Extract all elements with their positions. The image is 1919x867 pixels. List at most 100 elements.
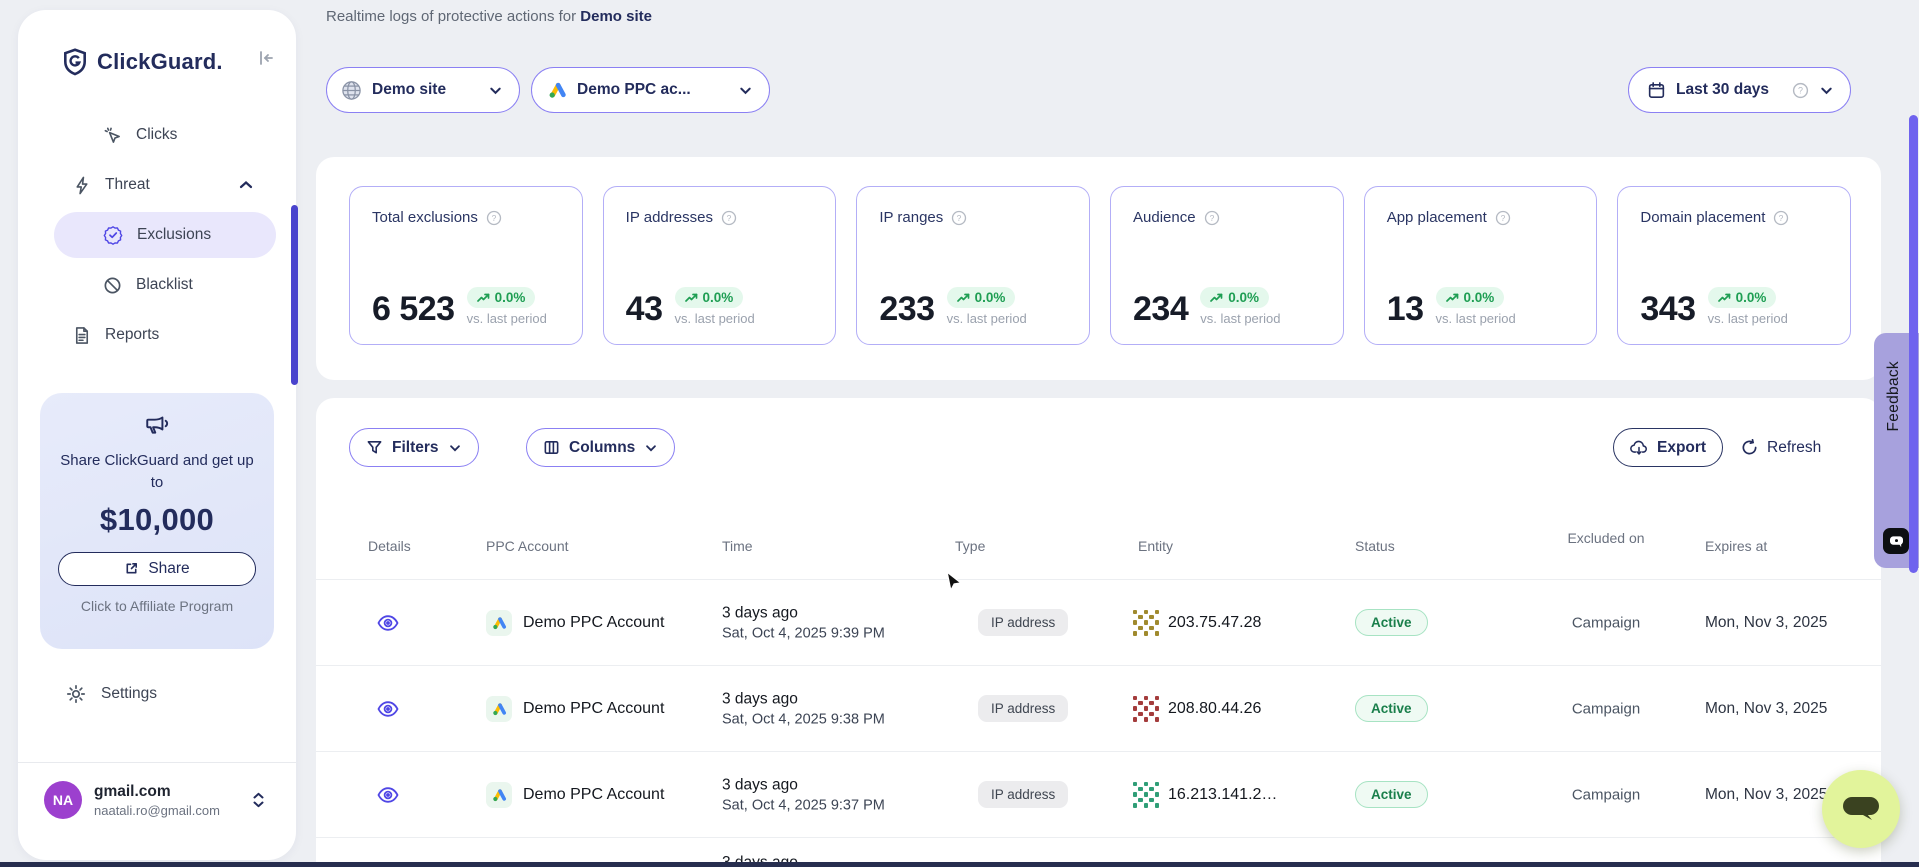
stat-note: vs. last period	[1708, 311, 1788, 326]
sidebar-item-label: Settings	[101, 685, 157, 703]
view-details-eye-icon[interactable]	[377, 701, 399, 717]
svg-text:?: ?	[1500, 212, 1505, 222]
sidebar-scrollbar-thumb[interactable]	[291, 205, 298, 385]
help-circle-icon[interactable]: ?	[1792, 82, 1809, 99]
status-badge: Active	[1355, 609, 1428, 636]
stat-card-ip-ranges: IP ranges ? 233 0.0% vs. last period	[856, 186, 1090, 345]
expires-at-cell: Mon, Nov 3, 2025	[1705, 614, 1827, 632]
share-button[interactable]: Share	[58, 552, 256, 586]
view-details-eye-icon[interactable]	[377, 615, 399, 631]
help-circle-icon[interactable]: ?	[1204, 210, 1220, 226]
sidebar-collapse-icon[interactable]	[256, 48, 276, 73]
feedback-chat-icon	[1883, 528, 1909, 554]
col-header-status: Status	[1355, 538, 1395, 554]
help-circle-icon[interactable]: ?	[721, 210, 737, 226]
type-cell: IP address	[978, 786, 1068, 804]
time-cell: 3 days ago Sat, Oct 4, 2025 9:37 PM	[722, 776, 885, 813]
time-cell: 3 days ago Sat, Oct 4, 2025 9:39 PM	[722, 604, 885, 641]
ppc-account-selector-dropdown[interactable]: Demo PPC ac...	[531, 67, 770, 113]
stat-card-ip-addresses: IP addresses ? 43 0.0% vs. last period	[603, 186, 837, 345]
type-badge: IP address	[978, 609, 1068, 636]
columns-button[interactable]: Columns	[526, 428, 675, 467]
svg-text:?: ?	[1779, 212, 1784, 222]
entity-cell: 203.75.47.28	[1133, 610, 1261, 636]
ppc-account-cell: Demo PPC Account	[486, 782, 664, 808]
date-range-dropdown[interactable]: Last 30 days ?	[1628, 67, 1851, 113]
ban-icon	[103, 276, 122, 295]
lightning-icon	[73, 176, 91, 195]
expires-at-cell: Mon, Nov 3, 2025	[1705, 700, 1827, 718]
help-circle-icon[interactable]: ?	[1773, 210, 1789, 226]
chat-launcher-button[interactable]	[1822, 770, 1900, 848]
sidebar-item-exclusions[interactable]: Exclusions	[54, 212, 276, 258]
stat-title: Total exclusions	[372, 209, 478, 226]
stat-value: 234	[1133, 292, 1188, 326]
refresh-button[interactable]: Refresh	[1741, 428, 1821, 467]
status-cell: Active	[1355, 700, 1428, 718]
table-row: Demo PPC Account 3 days ago Sat, Oct 4, …	[316, 666, 1881, 752]
share-button-label: Share	[148, 560, 189, 578]
stat-card-audience: Audience ? 234 0.0% vs. last period	[1110, 186, 1344, 345]
sidebar-item-settings[interactable]: Settings	[66, 684, 157, 704]
promo-text: Share ClickGuard and get up to	[40, 450, 274, 494]
funnel-icon	[366, 439, 383, 456]
stat-note: vs. last period	[1200, 311, 1280, 326]
sidebar-nav: Clicks Threat	[18, 110, 296, 360]
ppc-account-name: Demo PPC Account	[523, 700, 664, 718]
trend-up-icon	[1446, 293, 1459, 303]
expires-at-cell: Mon, Nov 3, 2025	[1705, 786, 1827, 804]
sidebar-item-reports[interactable]: Reports	[18, 310, 296, 360]
stat-cards: Total exclusions ? 6 523 0.0% vs. last p…	[349, 186, 1851, 345]
sidebar: ClickGuard. Clicks	[18, 10, 296, 860]
entity-value: 208.80.44.26	[1168, 700, 1261, 718]
view-details-eye-icon[interactable]	[377, 787, 399, 803]
svg-text:?: ?	[727, 212, 732, 222]
account-switcher[interactable]: NA gmail.com naatali.ro@gmail.com	[18, 762, 296, 819]
page-scrollbar-thumb[interactable]	[1909, 115, 1918, 573]
entity-cell: 16.213.141.2…	[1133, 782, 1277, 808]
google-ads-icon	[486, 610, 512, 636]
chevron-down-icon	[488, 83, 503, 98]
trend-up-icon	[1210, 293, 1223, 303]
stat-delta: 0.0%	[975, 290, 1006, 305]
help-circle-icon[interactable]: ?	[951, 210, 967, 226]
ppc-account-name: Demo PPC Account	[523, 786, 664, 804]
columns-button-label: Columns	[569, 439, 635, 457]
badge-check-icon	[103, 225, 123, 245]
col-header-details: Details	[368, 538, 411, 554]
export-button[interactable]: Export	[1613, 428, 1723, 467]
sidebar-item-label: Exclusions	[137, 226, 211, 244]
col-header-account: PPC Account	[486, 538, 569, 554]
sidebar-item-clicks[interactable]: Clicks	[18, 110, 296, 160]
trend-up-icon	[1718, 293, 1731, 303]
ppc-account-selector-value: Demo PPC ac...	[577, 81, 728, 99]
stat-card-app-placement: App placement ? 13 0.0% vs. last period	[1364, 186, 1598, 345]
help-circle-icon[interactable]: ?	[486, 210, 502, 226]
time-relative: 3 days ago	[722, 776, 885, 794]
sidebar-item-threat[interactable]: Threat	[18, 160, 296, 210]
affiliate-link[interactable]: Click to Affiliate Program	[40, 598, 274, 614]
col-header-entity: Entity	[1138, 538, 1173, 554]
chevron-up-icon[interactable]	[238, 177, 254, 193]
time-relative: 3 days ago	[722, 604, 885, 622]
ppc-account-cell: Demo PPC Account	[486, 696, 664, 722]
time-full: Sat, Oct 4, 2025 9:38 PM	[722, 711, 885, 727]
subtitle-text: Realtime logs of protective actions for	[326, 8, 576, 25]
site-selector-dropdown[interactable]: Demo site	[326, 67, 520, 113]
page-subtitle: Realtime logs of protective actions for …	[326, 8, 652, 25]
time-full: Sat, Oct 4, 2025 9:39 PM	[722, 625, 885, 641]
brand-logo: ClickGuard.	[62, 48, 223, 76]
chevron-down-icon	[644, 441, 658, 455]
help-circle-icon[interactable]: ?	[1495, 210, 1511, 226]
svg-text:?: ?	[1209, 212, 1214, 222]
filters-button[interactable]: Filters	[349, 428, 479, 467]
sidebar-item-blacklist[interactable]: Blacklist	[18, 260, 296, 310]
svg-text:?: ?	[1798, 85, 1803, 95]
trend-up-icon	[957, 293, 970, 303]
table-row: Demo PPC Account 3 days ago Sat, Oct 4, …	[316, 580, 1881, 666]
sidebar-item-label: Reports	[105, 326, 159, 344]
stat-note: vs. last period	[675, 311, 755, 326]
col-header-type: Type	[955, 538, 985, 554]
table-row: Demo PPC Account 3 days ago Sat, Oct 4, …	[316, 752, 1881, 838]
col-header-time: Time	[722, 538, 753, 554]
